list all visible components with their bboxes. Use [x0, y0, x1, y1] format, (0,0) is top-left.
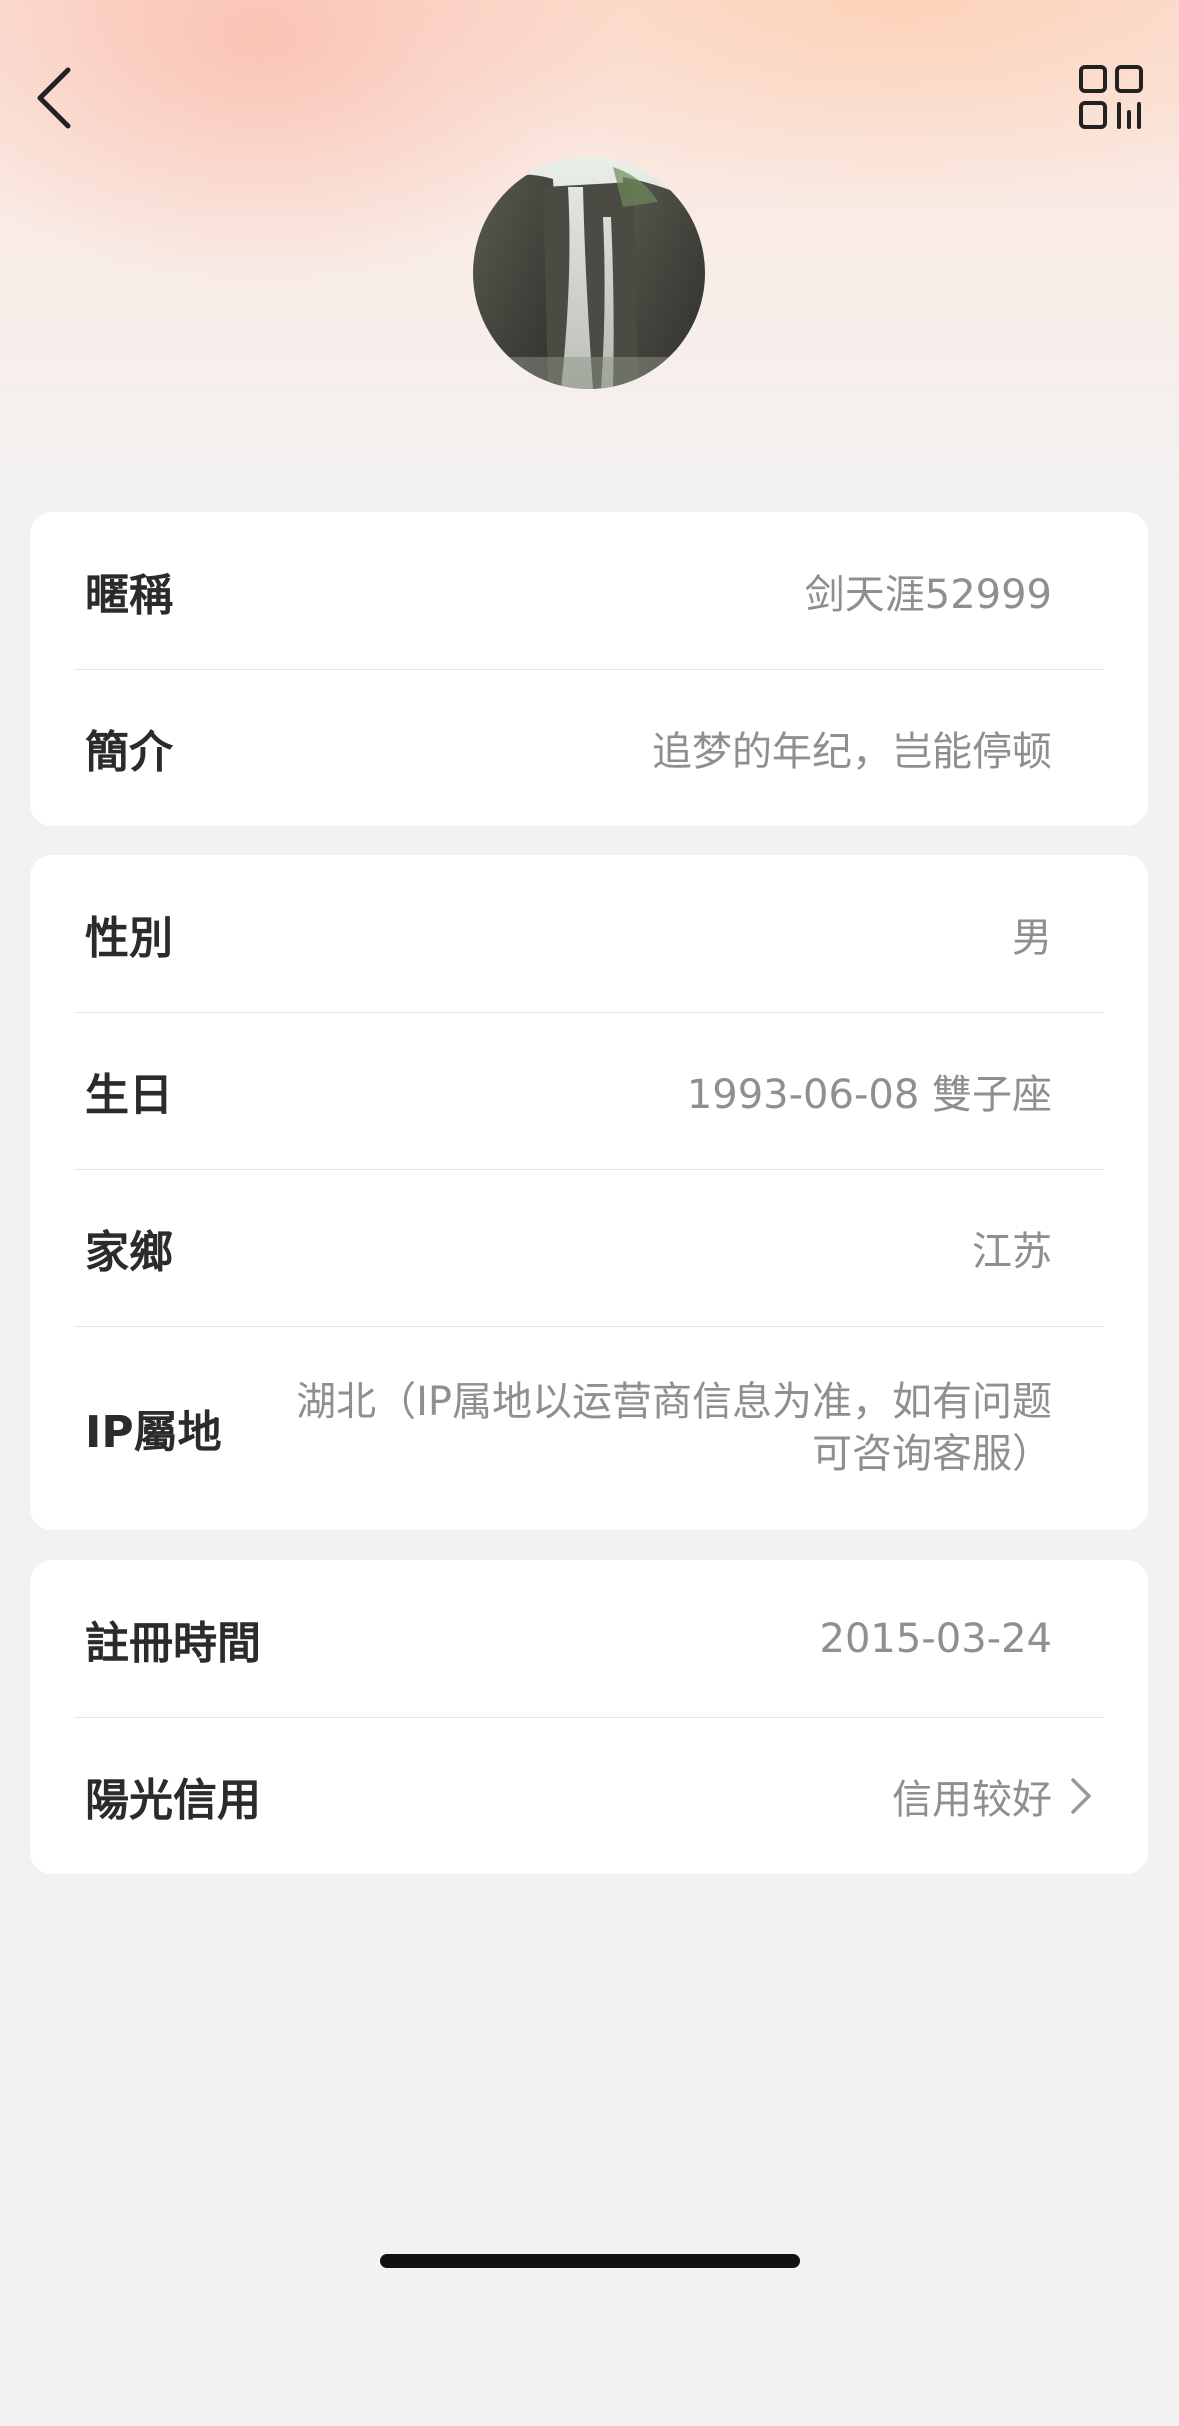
- hometown-row[interactable]: 家鄉 江苏: [30, 1169, 1148, 1326]
- hometown-value: 江苏: [972, 1228, 1052, 1275]
- account-info-card: 註冊時間 2015-03-24 陽光信用 信用较好: [30, 1560, 1148, 1874]
- gender-row[interactable]: 性別 男: [30, 855, 1148, 1012]
- bio-value: 追梦的年纪，岂能停顿: [652, 728, 1052, 775]
- profile-basic-card: 暱稱 剑天涯52999 簡介 追梦的年纪，岂能停顿: [30, 512, 1148, 826]
- qr-code-icon: [1079, 65, 1143, 129]
- sunshine-credit-row[interactable]: 陽光信用 信用较好: [30, 1717, 1148, 1874]
- hometown-label: 家鄉: [85, 1226, 173, 1278]
- personal-info-card: 性別 男 生日 1993-06-08 雙子座 家鄉 江苏 IP屬地 湖北（IP属…: [30, 855, 1148, 1530]
- sunshine-credit-label: 陽光信用: [85, 1774, 261, 1826]
- birthday-value: 1993-06-08 雙子座: [686, 1071, 1052, 1118]
- chevron-right-icon: [1066, 1774, 1096, 1818]
- ip-location-label: IP屬地: [85, 1407, 222, 1458]
- bio-label: 簡介: [85, 726, 173, 778]
- gender-value: 男: [1012, 914, 1052, 961]
- register-time-value: 2015-03-24: [819, 1615, 1052, 1662]
- register-time-label: 註冊時間: [85, 1617, 261, 1669]
- gender-label: 性別: [85, 912, 173, 964]
- sunshine-credit-value: 信用较好: [892, 1776, 1052, 1823]
- register-time-row: 註冊時間 2015-03-24: [30, 1560, 1148, 1717]
- birthday-label: 生日: [85, 1069, 173, 1121]
- avatar[interactable]: [473, 157, 705, 389]
- nickname-label: 暱稱: [85, 569, 173, 621]
- chevron-left-icon: [37, 67, 71, 129]
- nickname-row[interactable]: 暱稱 剑天涯52999: [30, 512, 1148, 669]
- bio-row[interactable]: 簡介 追梦的年纪，岂能停顿: [30, 669, 1148, 826]
- back-button[interactable]: [28, 58, 80, 138]
- home-indicator[interactable]: [380, 2254, 800, 2268]
- nickname-value: 剑天涯52999: [804, 571, 1052, 618]
- ip-location-value: 湖北（IP属地以运营商信息为准，如有问题可咨询客服）: [296, 1379, 1052, 1477]
- waterfall-photo: [473, 157, 705, 389]
- qr-code-button[interactable]: [1078, 64, 1144, 130]
- birthday-row[interactable]: 生日 1993-06-08 雙子座: [30, 1012, 1148, 1169]
- ip-location-row: IP屬地 湖北（IP属地以运营商信息为准，如有问题可咨询客服）: [30, 1326, 1148, 1530]
